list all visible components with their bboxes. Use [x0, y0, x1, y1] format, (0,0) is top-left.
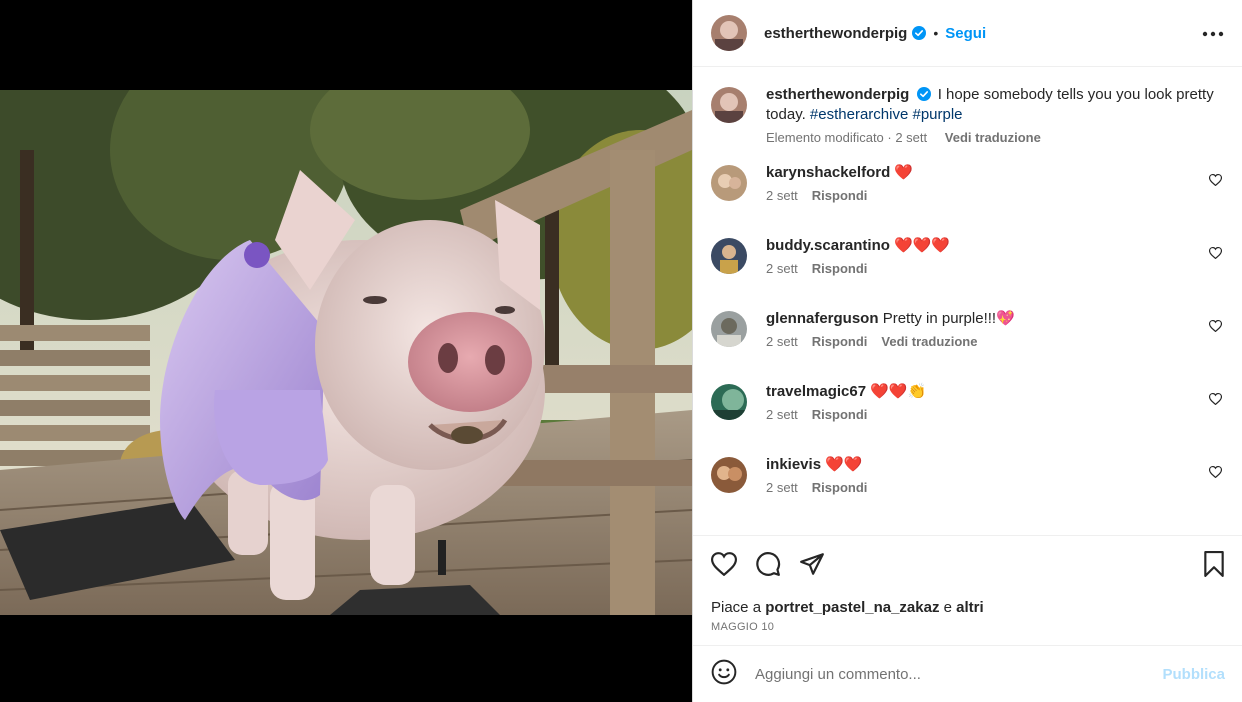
comment-text: ❤️: [894, 164, 914, 181]
comment-time: 2 sett: [766, 480, 798, 495]
commenter-avatar[interactable]: [711, 384, 747, 420]
commenter-avatar[interactable]: [711, 238, 747, 274]
comment-time: 2 sett: [766, 334, 798, 349]
emoji-icon[interactable]: [711, 659, 737, 690]
header-separator: •: [933, 25, 939, 41]
post-details-panel: estherthewonderpig • Segui estherthewond…: [692, 0, 1242, 702]
comment-input[interactable]: [755, 665, 1163, 683]
likes-conj: e: [943, 599, 952, 616]
translate-button[interactable]: Vedi traduzione: [945, 130, 1041, 145]
comment-item: karynshackelford ❤️ 2 sett Rispondi: [711, 163, 1224, 218]
reply-button[interactable]: Rispondi: [812, 261, 868, 276]
hashtag-link[interactable]: #purple: [912, 106, 962, 123]
reply-button[interactable]: Rispondi: [812, 407, 868, 422]
commenter-username[interactable]: inkievis: [766, 456, 821, 473]
bookmark-icon[interactable]: [1203, 550, 1225, 582]
verified-badge-icon: [912, 26, 927, 40]
likes-summary[interactable]: Piace a portret_pastel_na_zakaz e altri: [711, 599, 1225, 616]
reply-button[interactable]: Rispondi: [812, 334, 868, 349]
comment-item: inkievis ❤️❤️ 2 sett Rispondi: [711, 455, 1224, 510]
reply-button[interactable]: Rispondi: [812, 188, 868, 203]
comment-text: ❤️❤️👏: [870, 383, 927, 400]
like-comment-heart-icon[interactable]: [1208, 392, 1223, 410]
author-avatar[interactable]: [711, 87, 747, 123]
comment-time: 2 sett: [766, 188, 798, 203]
caption: estherthewonderpig I hope somebody tells…: [711, 85, 1224, 145]
more-options-icon[interactable]: [1202, 24, 1224, 42]
like-comment-heart-icon[interactable]: [1208, 173, 1223, 191]
commenter-avatar[interactable]: [711, 165, 747, 201]
like-comment-heart-icon[interactable]: [1208, 246, 1223, 264]
commenter-avatar[interactable]: [711, 311, 747, 347]
follow-button[interactable]: Segui: [945, 25, 986, 42]
commenter-username[interactable]: travelmagic67: [766, 383, 866, 400]
comment-time: 2 sett: [766, 407, 798, 422]
add-comment-bar: Pubblica: [693, 645, 1242, 702]
post-media[interactable]: [0, 0, 692, 702]
author-username[interactable]: estherthewonderpig: [764, 25, 907, 42]
pig-in-purple-dress-image: [0, 90, 692, 615]
caption-text: estherthewonderpig I hope somebody tells…: [766, 85, 1214, 125]
like-comment-heart-icon[interactable]: [1208, 319, 1223, 337]
caption-username[interactable]: estherthewonderpig: [766, 86, 909, 103]
likes-prefix: Piace a: [711, 599, 762, 616]
commenter-username[interactable]: karynshackelford: [766, 164, 890, 181]
hashtag-link[interactable]: #estherarchive: [810, 106, 908, 123]
share-icon[interactable]: [799, 552, 825, 581]
likes-others[interactable]: altri: [956, 599, 984, 616]
reply-button[interactable]: Rispondi: [812, 480, 868, 495]
comment-icon[interactable]: [755, 551, 781, 582]
post-comment-button[interactable]: Pubblica: [1162, 666, 1225, 683]
comment-time: 2 sett: [766, 261, 798, 276]
comments-list[interactable]: estherthewonderpig I hope somebody tells…: [693, 67, 1242, 535]
commenter-username[interactable]: buddy.scarantino: [766, 237, 890, 254]
commenter-username[interactable]: glennaferguson: [766, 310, 879, 327]
caption-meta: Elemento modificato · 2 sett Vedi traduz…: [766, 130, 1214, 145]
liker-username[interactable]: portret_pastel_na_zakaz: [765, 599, 939, 616]
comment-item: buddy.scarantino ❤️❤️❤️ 2 sett Rispondi: [711, 236, 1224, 291]
comment-text: ❤️❤️❤️: [894, 237, 951, 254]
comment-text: Pretty in purple!!!💖: [882, 310, 1015, 327]
translate-button[interactable]: Vedi traduzione: [881, 334, 977, 349]
like-comment-heart-icon[interactable]: [1208, 465, 1223, 483]
comment-item: travelmagic67 ❤️❤️👏 2 sett Rispondi: [711, 382, 1224, 437]
post-header: estherthewonderpig • Segui: [693, 0, 1242, 67]
post-photo[interactable]: [0, 90, 692, 615]
commenter-avatar[interactable]: [711, 457, 747, 493]
edited-label: Elemento modificato · 2 sett: [766, 130, 928, 145]
verified-badge-icon: [916, 87, 931, 101]
post-date: MAGGIO 10: [711, 621, 775, 633]
comment-text: ❤️❤️: [825, 456, 863, 473]
post-actions: Piace a portret_pastel_na_zakaz e altri …: [693, 535, 1242, 633]
heart-icon[interactable]: [710, 551, 738, 581]
author-avatar[interactable]: [711, 15, 747, 51]
comment-item: glennaferguson Pretty in purple!!!💖 2 se…: [711, 309, 1224, 364]
